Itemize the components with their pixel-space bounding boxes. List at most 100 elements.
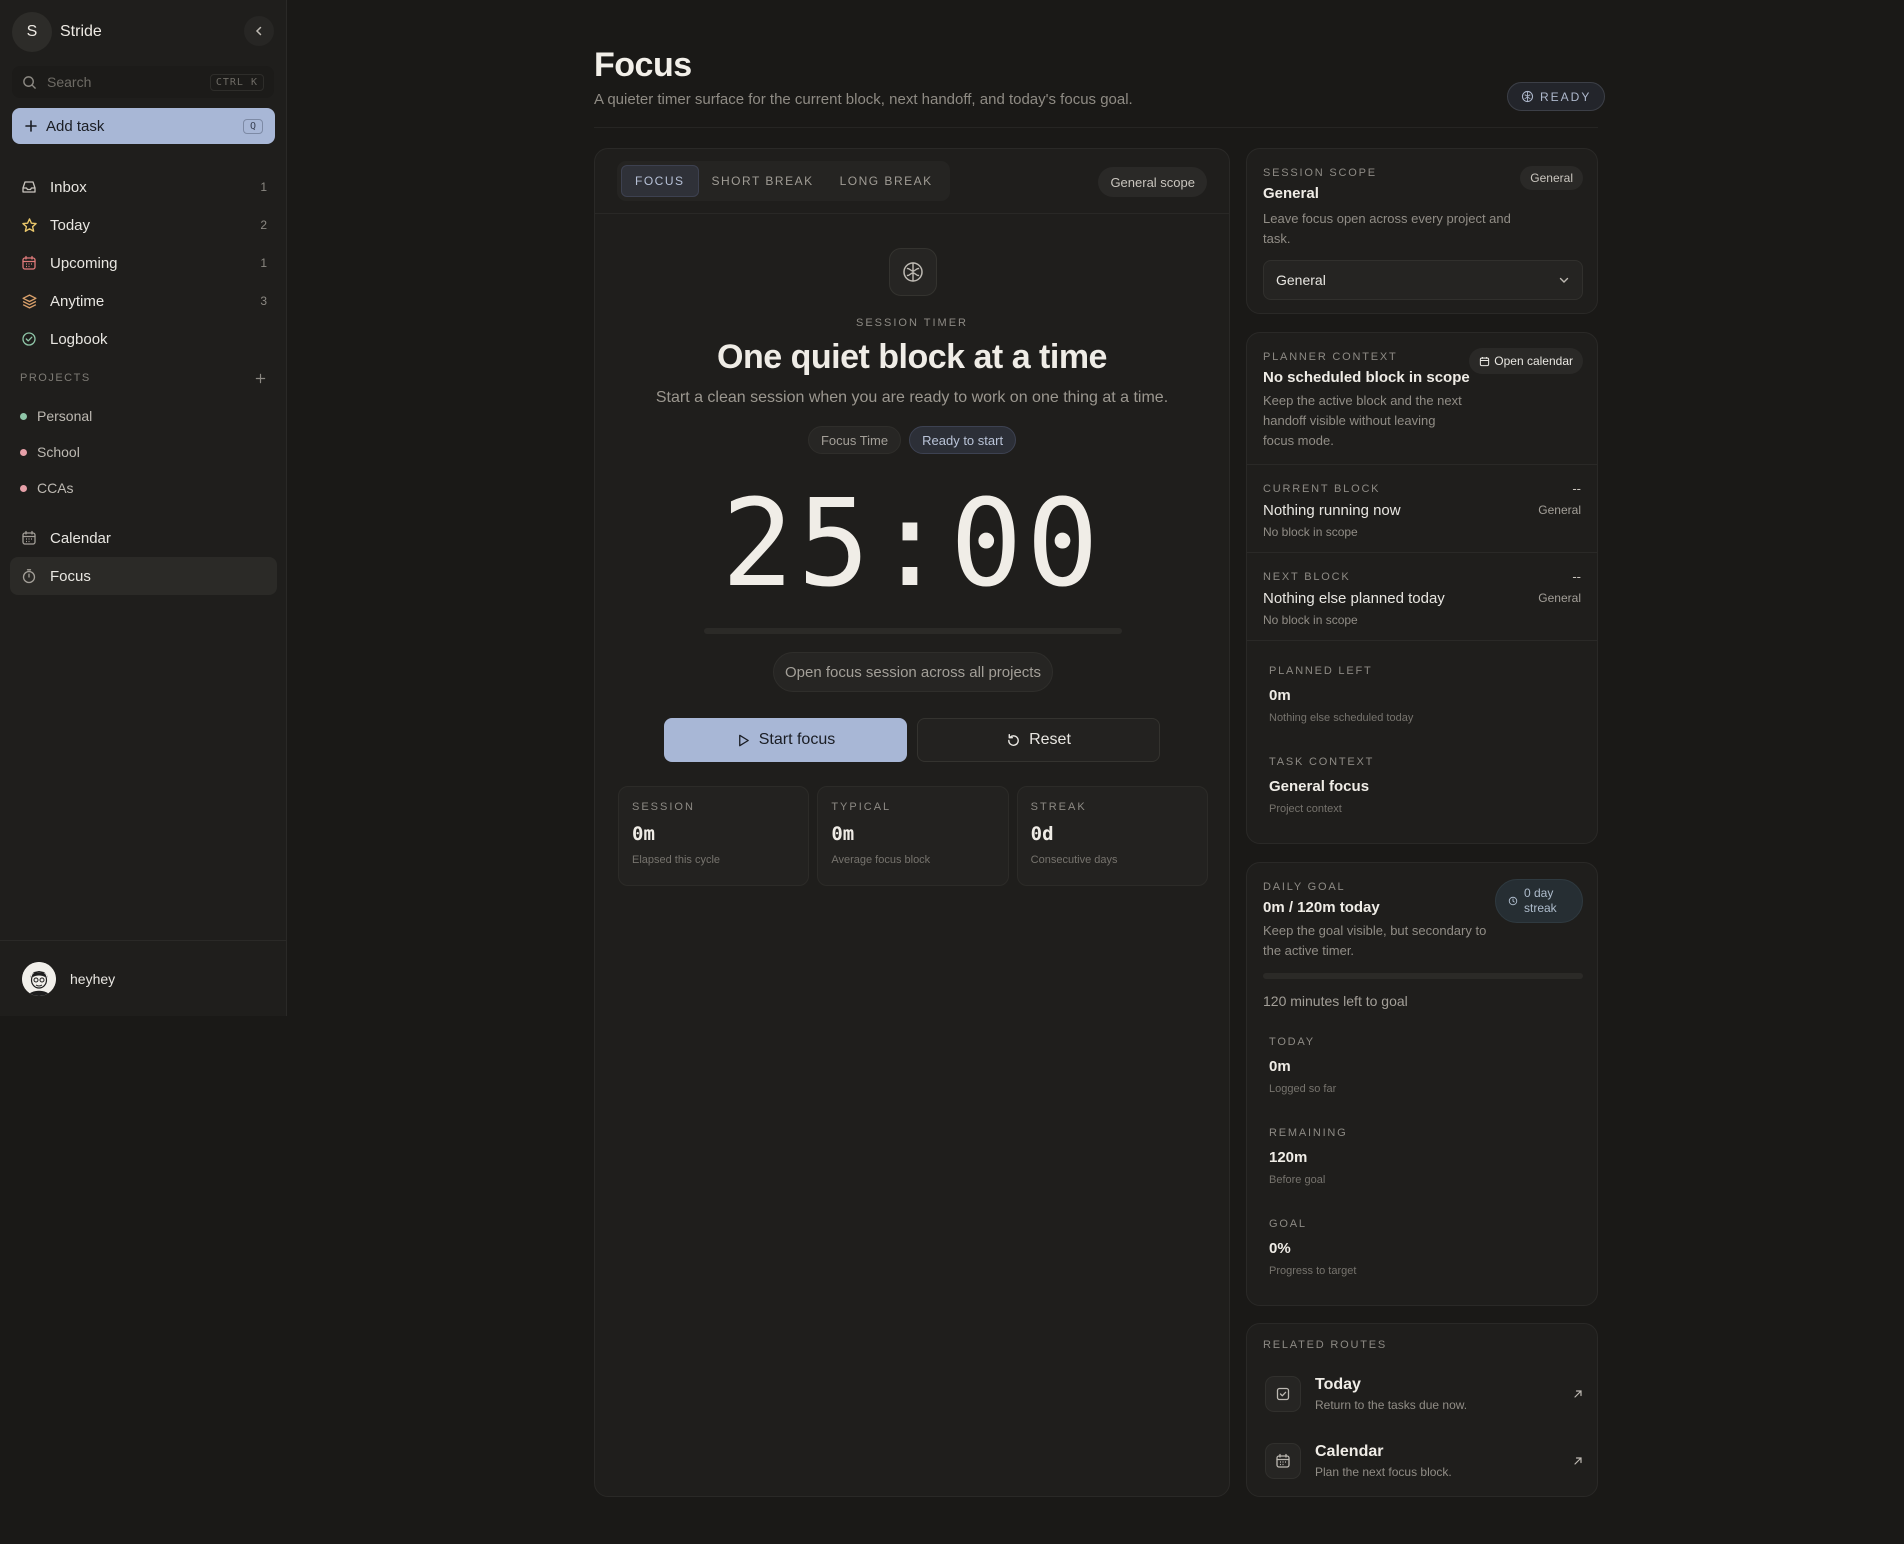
project-dot bbox=[20, 484, 27, 492]
check-square-icon bbox=[1265, 1376, 1301, 1412]
current-block-title: Nothing running now bbox=[1263, 502, 1401, 519]
avatar[interactable] bbox=[22, 961, 56, 996]
goal-desc: Keep the goal visible, but secondary to … bbox=[1263, 923, 1487, 958]
collapse-sidebar-button[interactable] bbox=[244, 16, 274, 46]
search-icon bbox=[23, 75, 36, 89]
sidebar-item-label: Inbox bbox=[50, 178, 87, 196]
current-block-time: -- bbox=[1572, 481, 1581, 496]
sidebar-item-focus[interactable]: Focus bbox=[10, 557, 277, 595]
stat-streak: STREAK 0d Consecutive days bbox=[1016, 786, 1208, 886]
planner-summary: PLANNER CONTEXT No scheduled block in sc… bbox=[1247, 333, 1597, 465]
goal-title: 0m / 120m today bbox=[1263, 899, 1380, 916]
timer-icon bbox=[20, 567, 38, 585]
project-item-school[interactable]: School bbox=[12, 434, 274, 470]
sidebar-item-label: Logbook bbox=[50, 330, 108, 348]
goal-metric-today: TODAY 0m Logged so far bbox=[1269, 1036, 1336, 1095]
metric-desc: Before goal bbox=[1269, 1174, 1326, 1186]
goal-left-text: 120 minutes left to goal bbox=[1263, 993, 1408, 1009]
project-item-ccas[interactable]: CCAs bbox=[12, 470, 274, 506]
sidebar-item-upcoming[interactable]: Upcoming 1 bbox=[10, 244, 277, 282]
stat-value: 0m bbox=[632, 823, 655, 845]
user-name: heyhey bbox=[70, 970, 116, 987]
reset-icon bbox=[1008, 733, 1019, 746]
status-label: READY bbox=[1540, 89, 1592, 104]
stat-typical: TYPICAL 0m Average focus block bbox=[817, 786, 1009, 886]
sidebar-item-inbox[interactable]: Inbox 1 bbox=[10, 168, 277, 206]
calendar-grid-icon bbox=[1265, 1443, 1301, 1479]
timer-subline: Start a clean session when you are ready… bbox=[655, 389, 1169, 406]
sidebar-item-count: 3 bbox=[260, 294, 267, 308]
scope-desc: Leave focus open across every project an… bbox=[1263, 211, 1511, 246]
planner-desc: Keep the active block and the next hando… bbox=[1263, 393, 1462, 448]
stat-value: 0d bbox=[1030, 823, 1054, 845]
next-block-title: Nothing else planned today bbox=[1263, 590, 1445, 607]
sidebar-item-calendar[interactable]: Calendar bbox=[10, 519, 277, 557]
sidebar-item-count: 2 bbox=[260, 218, 267, 232]
current-block-sub: No block in scope bbox=[1263, 525, 1358, 539]
calendar-grid-icon bbox=[20, 529, 38, 547]
brain-icon bbox=[1521, 90, 1534, 103]
route-calendar[interactable]: Calendar Plan the next focus block. bbox=[1265, 1433, 1583, 1489]
metric-key: REMAINING bbox=[1269, 1127, 1348, 1139]
next-block-sub: No block in scope bbox=[1263, 613, 1358, 627]
stat-key: SESSION bbox=[632, 801, 695, 813]
add-project-icon[interactable] bbox=[255, 373, 266, 384]
scope-title: General bbox=[1263, 185, 1319, 202]
scope-pill[interactable]: General scope bbox=[1098, 167, 1207, 197]
star-icon bbox=[20, 216, 38, 234]
play-icon bbox=[738, 734, 749, 746]
projects-list: Personal School CCAs bbox=[12, 398, 274, 506]
page-title: Focus bbox=[594, 46, 692, 84]
metric-desc: Progress to target bbox=[1269, 1265, 1357, 1277]
sidebar-item-label: Today bbox=[50, 216, 91, 234]
sidebar-item-today[interactable]: Today 2 bbox=[10, 206, 277, 244]
goal-eyebrow: DAILY GOAL bbox=[1263, 881, 1346, 893]
metric-key: TASK CONTEXT bbox=[1269, 756, 1375, 768]
sidebar-item-anytime[interactable]: Anytime 3 bbox=[10, 282, 277, 320]
routes-eyebrow: RELATED ROUTES bbox=[1263, 1339, 1388, 1351]
scope-select-value: General bbox=[1276, 272, 1326, 288]
goal-metric-remaining: REMAINING 120m Before goal bbox=[1269, 1127, 1348, 1186]
project-label: Personal bbox=[37, 408, 93, 424]
metric-value: General focus bbox=[1269, 778, 1370, 795]
tab-short-break[interactable]: SHORT BREAK bbox=[699, 165, 827, 197]
sidebar-item-count: 1 bbox=[260, 256, 267, 270]
reset-button[interactable]: Reset bbox=[917, 718, 1160, 762]
start-focus-button[interactable]: Start focus bbox=[664, 718, 907, 762]
search-shortcut: CTRL K bbox=[209, 73, 264, 91]
user-footer[interactable]: heyhey bbox=[0, 940, 287, 1016]
add-task-button[interactable]: Add task Q bbox=[12, 108, 275, 144]
sidebar-item-logbook[interactable]: Logbook bbox=[10, 320, 277, 358]
current-block: CURRENT BLOCK Nothing running now No blo… bbox=[1247, 465, 1597, 553]
route-today[interactable]: Today Return to the tasks due now. bbox=[1265, 1366, 1583, 1422]
metric-key: GOAL bbox=[1269, 1218, 1307, 1230]
header-divider bbox=[594, 127, 1598, 128]
metric-desc: Nothing else scheduled today bbox=[1269, 712, 1414, 724]
scope-eyebrow: SESSION SCOPE bbox=[1263, 167, 1377, 179]
card-divider bbox=[595, 213, 1229, 214]
page-subtitle: A quieter timer surface for the current … bbox=[594, 91, 1133, 108]
tab-focus[interactable]: FOCUS bbox=[621, 165, 699, 197]
goal-progress-bar bbox=[1263, 973, 1583, 979]
workspace-avatar[interactable]: S bbox=[12, 12, 52, 52]
tab-long-break[interactable]: LONG BREAK bbox=[827, 165, 946, 197]
sidebar-item-count: 1 bbox=[260, 180, 267, 194]
related-routes-card: RELATED ROUTES Today Return to the tasks… bbox=[1246, 1323, 1598, 1497]
next-block-time: -- bbox=[1572, 569, 1581, 584]
projects-heading: PROJECTS bbox=[20, 372, 266, 384]
task-context-metric: TASK CONTEXT General focus Project conte… bbox=[1269, 756, 1374, 815]
reset-label: Reset bbox=[1029, 731, 1071, 748]
project-label: School bbox=[37, 444, 80, 460]
route-desc: Plan the next focus block. bbox=[1315, 1465, 1452, 1479]
route-desc: Return to the tasks due now. bbox=[1315, 1398, 1468, 1412]
project-item-personal[interactable]: Personal bbox=[12, 398, 274, 434]
add-task-shortcut: Q bbox=[242, 118, 263, 134]
session-type-chip: Focus Time bbox=[807, 426, 902, 454]
scope-select[interactable]: General bbox=[1263, 260, 1583, 300]
metric-key: TODAY bbox=[1269, 1036, 1315, 1048]
search-input[interactable]: Search CTRL K bbox=[12, 66, 274, 98]
project-label: CCAs bbox=[37, 480, 74, 496]
open-calendar-button[interactable]: Open calendar bbox=[1469, 348, 1583, 374]
stat-session: SESSION 0m Elapsed this cycle bbox=[618, 786, 810, 886]
check-circle-icon bbox=[20, 330, 38, 348]
